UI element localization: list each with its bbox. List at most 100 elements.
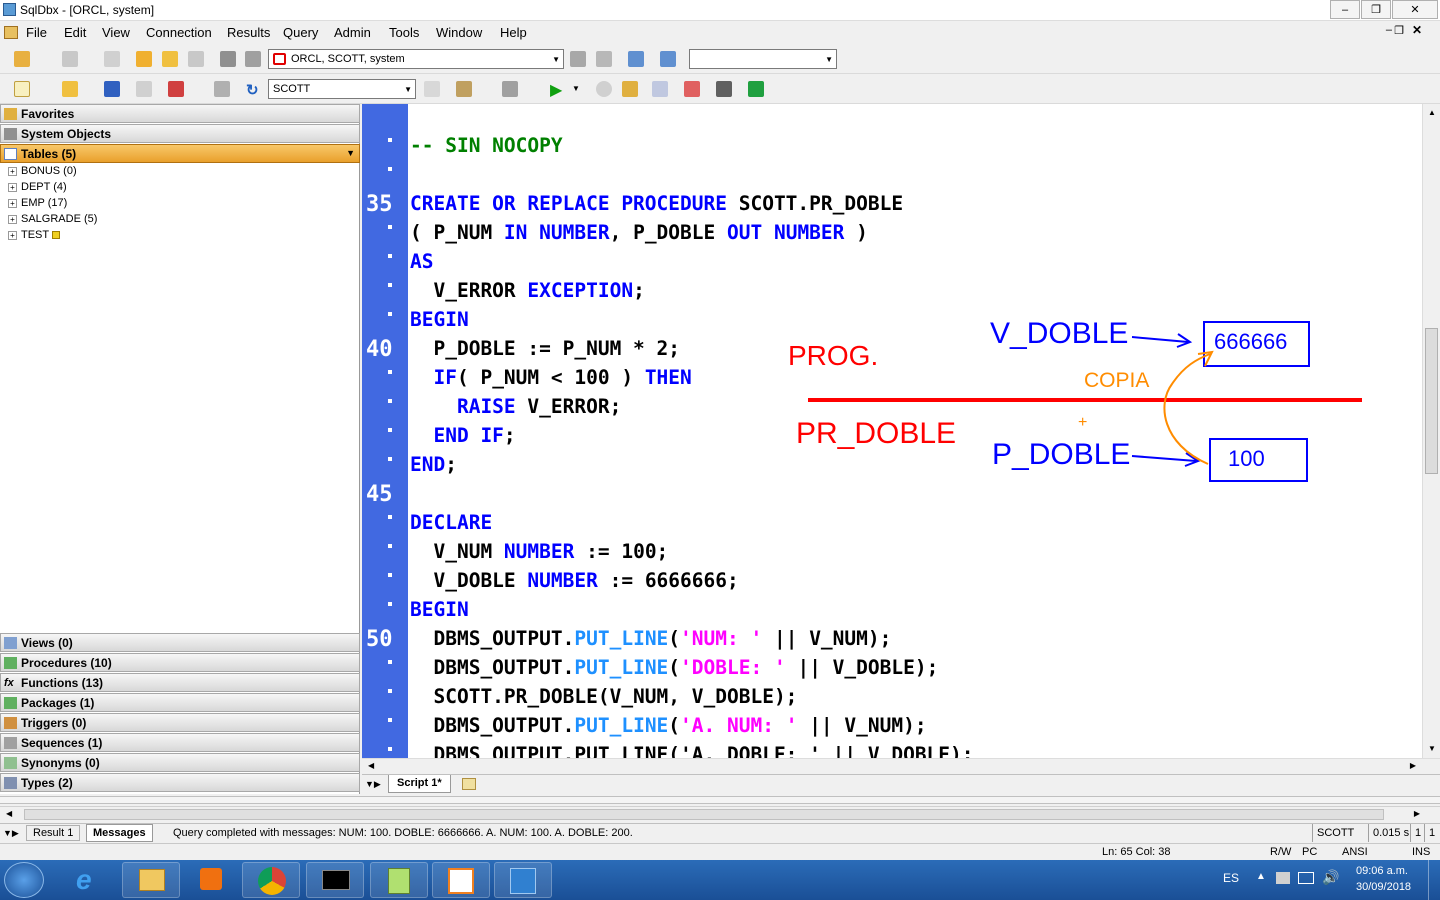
- excel-icon[interactable]: [748, 81, 764, 97]
- ie-icon[interactable]: e: [60, 862, 118, 898]
- open-folder-icon[interactable]: [62, 81, 78, 97]
- menu-edit[interactable]: Edit: [64, 25, 86, 40]
- schema-select[interactable]: SCOTT ▼: [268, 79, 416, 99]
- menu-view[interactable]: View: [102, 25, 130, 40]
- table-item[interactable]: + DEPT (4): [8, 181, 67, 193]
- copy-icon[interactable]: [104, 51, 120, 67]
- sqldbx-taskbar-icon[interactable]: [494, 862, 552, 898]
- export-icon[interactable]: [660, 51, 676, 67]
- scroll-thumb[interactable]: [24, 809, 1384, 820]
- triggers-header[interactable]: Triggers (0): [0, 713, 360, 732]
- scroll-left-icon[interactable]: ◀: [368, 761, 374, 770]
- scroll-down-icon[interactable]: ▼: [1428, 744, 1436, 753]
- table-item[interactable]: + TEST: [8, 229, 60, 241]
- menu-results[interactable]: Results: [227, 25, 270, 40]
- connection-select[interactable]: ORCL, SCOTT, system ▼: [268, 49, 564, 69]
- printer-setup-icon[interactable]: [245, 51, 261, 67]
- scroll-thumb[interactable]: [1425, 328, 1438, 474]
- editor-app-icon[interactable]: [432, 862, 490, 898]
- start-button[interactable]: [4, 862, 44, 898]
- execute-plan-icon[interactable]: [168, 81, 184, 97]
- action-center-icon[interactable]: [1276, 872, 1290, 884]
- table-item[interactable]: + SALGRADE (5): [8, 213, 97, 225]
- menu-help[interactable]: Help: [500, 25, 527, 40]
- chrome-icon[interactable]: [242, 862, 300, 898]
- menu-window[interactable]: Window: [436, 25, 482, 40]
- clock-time[interactable]: 09:06 a.m.: [1356, 865, 1408, 877]
- favorites-header[interactable]: Favorites: [0, 104, 360, 123]
- scroll-up-icon[interactable]: ▲: [1428, 108, 1436, 117]
- close-button[interactable]: ✕: [1392, 0, 1438, 19]
- mdi-close-icon[interactable]: ✕: [1412, 23, 1422, 37]
- scroll-left-icon[interactable]: ◀: [6, 809, 12, 818]
- packages-header[interactable]: Packages (1): [0, 693, 360, 712]
- menu-tools[interactable]: Tools: [389, 25, 419, 40]
- commit-icon[interactable]: [162, 51, 178, 67]
- import-icon[interactable]: [628, 51, 644, 67]
- disconnect-icon[interactable]: [62, 51, 78, 67]
- database-icon[interactable]: [136, 51, 152, 67]
- volume-icon[interactable]: 🔊: [1322, 869, 1339, 886]
- tab-script-1[interactable]: Script 1*: [388, 775, 451, 793]
- tab-messages[interactable]: Messages: [86, 824, 153, 842]
- run-dropdown-icon[interactable]: ▼: [572, 84, 580, 93]
- notepad-icon[interactable]: [370, 862, 428, 898]
- explorer-icon[interactable]: [122, 862, 180, 898]
- minimize-button[interactable]: –: [1330, 0, 1360, 19]
- system-objects-header[interactable]: System Objects: [0, 124, 360, 143]
- object-icon[interactable]: [596, 51, 612, 67]
- table-item[interactable]: + EMP (17): [8, 197, 67, 209]
- tables-header[interactable]: Tables (5) ▼: [0, 144, 360, 163]
- stop-icon[interactable]: [596, 81, 612, 97]
- tab-list-icon[interactable]: ▼▶: [3, 828, 19, 839]
- functions-header[interactable]: fx Functions (13): [0, 673, 360, 692]
- tray-expand-icon[interactable]: ▲: [1256, 871, 1266, 882]
- sql-editor[interactable]: 35 40 45 50 -- SIN NOCOPY CREATE OR REPL…: [362, 104, 1422, 760]
- synonyms-header[interactable]: Synonyms (0): [0, 753, 360, 772]
- clock-date[interactable]: 30/09/2018: [1356, 881, 1411, 893]
- save-icon[interactable]: [104, 81, 120, 97]
- settings-icon[interactable]: [424, 81, 440, 97]
- run-icon[interactable]: ▶: [550, 80, 562, 100]
- menu-connection[interactable]: Connection: [146, 25, 212, 40]
- procedures-header[interactable]: Procedures (10): [0, 653, 360, 672]
- show-desktop-button[interactable]: [1428, 860, 1440, 900]
- editor-vertical-scrollbar[interactable]: ▲ ▼: [1422, 104, 1440, 760]
- menu-admin[interactable]: Admin: [334, 25, 371, 40]
- table-item[interactable]: + BONUS (0): [8, 165, 77, 177]
- binoculars-icon[interactable]: [716, 81, 732, 97]
- menu-query[interactable]: Query: [283, 25, 318, 40]
- views-header[interactable]: Views (0): [0, 633, 360, 652]
- transaction-icon[interactable]: [622, 81, 638, 97]
- maximize-button[interactable]: ❐: [1361, 0, 1391, 19]
- results-horizontal-scrollbar[interactable]: ◀ ▶: [0, 806, 1440, 822]
- database-select[interactable]: ▼: [689, 49, 837, 69]
- connect-icon[interactable]: [14, 51, 30, 67]
- tab-list-icon[interactable]: ▼▶: [365, 779, 381, 790]
- sequences-header[interactable]: Sequences (1): [0, 733, 360, 752]
- mdi-minimize-icon[interactable]: –: [1386, 24, 1392, 36]
- close-doc-icon[interactable]: [136, 81, 152, 97]
- language-indicator[interactable]: ES: [1223, 871, 1239, 885]
- rollback-icon[interactable]: [188, 51, 204, 67]
- cmd-icon[interactable]: [306, 862, 364, 898]
- new-tab-icon[interactable]: [462, 778, 476, 790]
- mdi-restore-icon[interactable]: ❐: [1394, 24, 1404, 37]
- format-icon[interactable]: [456, 81, 472, 97]
- find-icon[interactable]: [214, 81, 230, 97]
- clear-icon[interactable]: [684, 81, 700, 97]
- print-icon[interactable]: [220, 51, 236, 67]
- menu-file[interactable]: File: [26, 25, 47, 40]
- editor-horizontal-scrollbar[interactable]: ◀ ▶: [362, 758, 1440, 774]
- tools-icon[interactable]: [570, 51, 586, 67]
- tab-result-1[interactable]: Result 1: [26, 825, 81, 841]
- list-icon[interactable]: [502, 81, 518, 97]
- network-icon[interactable]: [1298, 872, 1314, 884]
- scroll-right-icon[interactable]: ▶: [1414, 809, 1420, 818]
- refresh-icon[interactable]: ↻: [246, 81, 262, 99]
- types-header[interactable]: Types (2): [0, 773, 360, 792]
- new-query-icon[interactable]: [14, 81, 30, 97]
- results-grid-icon[interactable]: [652, 81, 668, 97]
- media-player-icon[interactable]: [182, 862, 240, 898]
- scroll-right-icon[interactable]: ▶: [1410, 761, 1416, 770]
